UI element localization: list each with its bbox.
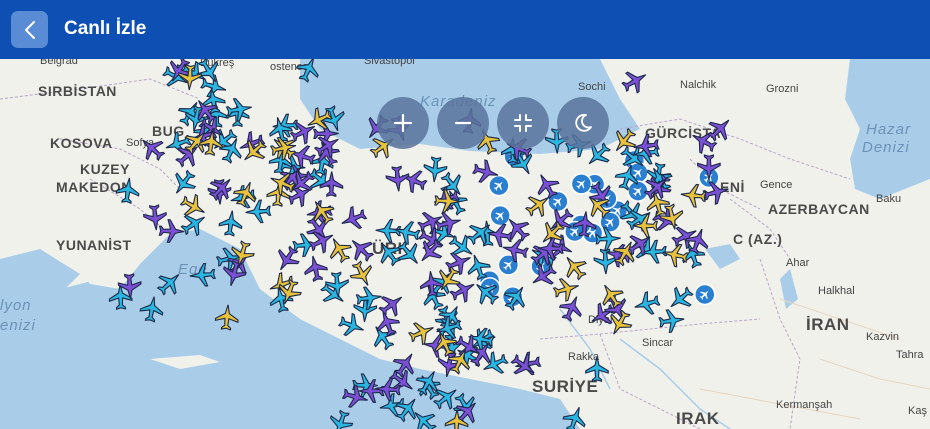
aircraft-yellow-icon[interactable] <box>177 191 210 223</box>
aircraft-purple-icon[interactable] <box>683 225 713 256</box>
zoom-in-button[interactable] <box>377 97 429 149</box>
aircraft-yellow-icon[interactable] <box>680 183 707 208</box>
airport-marker[interactable] <box>627 180 649 202</box>
aircraft-icon[interactable] <box>139 295 165 323</box>
moon-icon <box>575 113 592 132</box>
aircraft-purple-icon[interactable] <box>375 288 408 321</box>
top-bar: Canlı İzle <box>0 0 930 59</box>
back-button[interactable] <box>11 11 48 48</box>
aircraft-purple-icon[interactable] <box>135 132 168 165</box>
aircraft-yellow-icon[interactable] <box>231 178 261 209</box>
dark-mode-button[interactable] <box>557 97 609 149</box>
page-title: Canlı İzle <box>64 18 147 39</box>
aircraft-icon[interactable] <box>619 65 652 97</box>
aircraft-yellow-icon[interactable] <box>214 304 240 331</box>
airport-marker[interactable] <box>694 283 716 306</box>
aircraft-cyan-icon[interactable] <box>393 237 426 270</box>
aircraft-yellow-icon[interactable] <box>347 258 378 290</box>
zoom-out-button[interactable] <box>437 97 489 149</box>
aircraft-purple-icon[interactable] <box>687 126 720 158</box>
aircraft-purple-icon[interactable] <box>372 307 402 338</box>
aircraft-cyan-icon[interactable] <box>218 209 243 237</box>
aircraft-purple-icon[interactable] <box>556 292 587 324</box>
aircraft-purple-icon[interactable] <box>220 259 248 289</box>
aircraft-cyan-icon[interactable] <box>115 177 140 205</box>
aircraft-yellow-icon[interactable] <box>558 250 591 283</box>
airport-marker[interactable] <box>489 204 511 227</box>
aircraft-cyan-icon[interactable] <box>293 59 324 85</box>
aircraft-cyan-icon[interactable] <box>449 390 481 423</box>
aircraft-purple-icon[interactable] <box>507 349 540 382</box>
aircraft-cyan-icon[interactable] <box>325 271 350 299</box>
aircraft-purple-icon[interactable] <box>650 205 682 236</box>
aircraft-cyan-icon[interactable] <box>658 308 686 334</box>
aircraft-cyan-icon[interactable] <box>189 262 216 288</box>
aircraft-yellow-icon[interactable] <box>552 275 582 303</box>
aircraft-purple-icon[interactable] <box>143 204 168 231</box>
minus-icon <box>454 121 472 125</box>
aircraft-purple-icon[interactable] <box>338 204 369 234</box>
aircraft-icon[interactable] <box>703 112 736 145</box>
plus-icon <box>393 113 413 133</box>
fit-bounds-button[interactable] <box>497 97 549 149</box>
aircraft-cyan-icon[interactable] <box>178 208 211 240</box>
airport-marker[interactable] <box>570 173 593 195</box>
aircraft-purple-icon[interactable] <box>302 254 329 283</box>
live-flight-map[interactable]: SIRBİSTAN Belgrad Bükreş ostence Sivasto… <box>0 59 930 429</box>
aircraft-purple-icon[interactable] <box>375 377 402 402</box>
airport-marker[interactable] <box>488 174 510 197</box>
chevron-left-icon <box>24 20 35 39</box>
aircraft-purple-icon[interactable] <box>447 274 479 305</box>
aircraft-icon[interactable] <box>560 403 590 429</box>
aircraft-purple-icon[interactable] <box>271 243 303 276</box>
aircraft-purple-icon[interactable] <box>158 219 185 243</box>
compress-icon <box>514 114 532 132</box>
aircraft-cyan-icon[interactable] <box>245 199 272 224</box>
aircraft-cyan-icon[interactable] <box>326 408 355 429</box>
aircraft-cyan-icon[interactable] <box>153 266 186 299</box>
aircraft-icon[interactable] <box>585 356 609 382</box>
aircraft-cyan-icon[interactable] <box>391 392 424 425</box>
aircraft-purple-icon[interactable] <box>344 232 377 265</box>
aircraft-cyan-icon[interactable] <box>632 290 662 318</box>
aircraft-yellow-icon[interactable] <box>237 135 270 168</box>
